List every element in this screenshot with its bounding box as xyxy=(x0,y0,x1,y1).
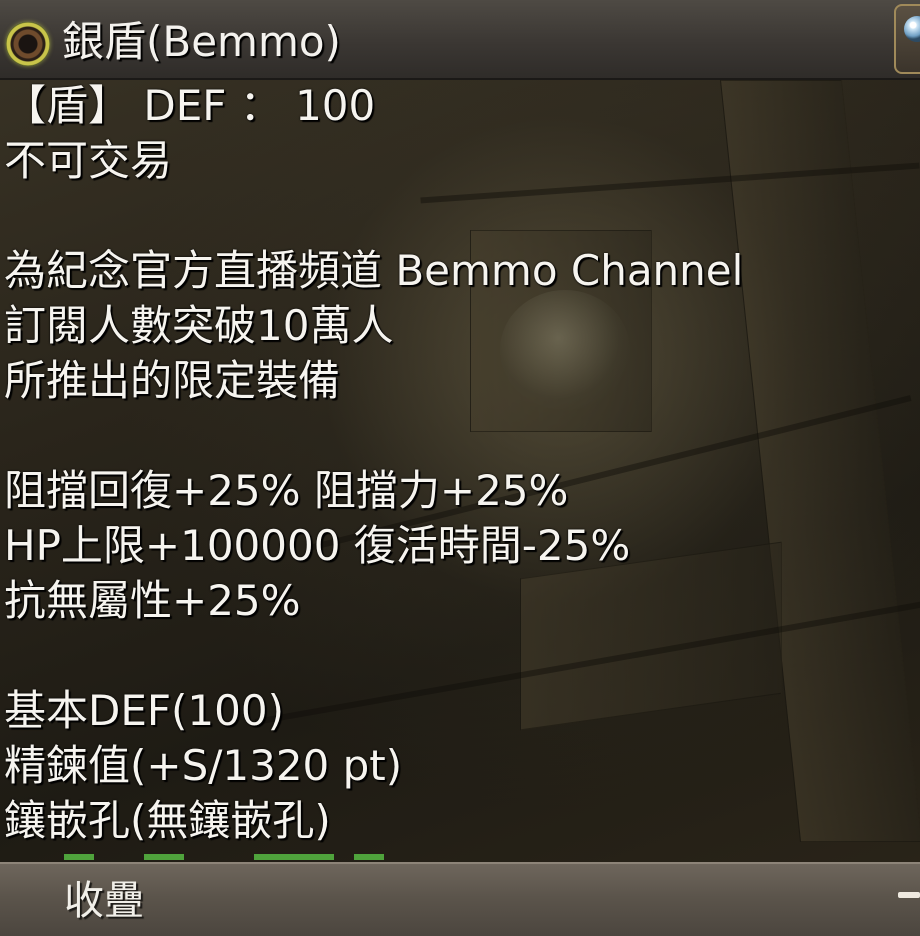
base-def-line: 基本DEF(100) xyxy=(4,686,284,735)
trade-restriction-line: 不可交易 xyxy=(4,136,173,185)
corner-orb-button[interactable] xyxy=(894,4,920,74)
collapse-label: 收疊 xyxy=(64,878,144,924)
cut-off-line-hint xyxy=(4,846,504,862)
tooltip-title-bar: 銀盾(Bemmo) xyxy=(0,0,920,80)
flavor-text-line: 訂閱人數突破10萬人 xyxy=(4,301,394,350)
hint-stroke xyxy=(254,854,334,860)
item-type-def-line: 【盾】 DEF ： 100 xyxy=(4,81,376,130)
round-shield-icon xyxy=(6,22,50,66)
game-scene: 銀盾(Bemmo) 【盾】 DEF ： 100 不可交易 為紀念官方直播頻道 B… xyxy=(0,0,920,936)
flavor-text-line: 所推出的限定裝備 xyxy=(4,356,341,405)
hint-stroke xyxy=(64,854,94,860)
hint-stroke xyxy=(144,854,184,860)
item-description: 【盾】 DEF ： 100 不可交易 為紀念官方直播頻道 Bemmo Chann… xyxy=(4,78,920,862)
collapse-bar[interactable]: 收疊 xyxy=(0,862,920,936)
socket-line: 鑲嵌孔(無鑲嵌孔) xyxy=(4,796,331,845)
stat-line: 阻擋回復+25% 阻擋力+25% xyxy=(4,466,569,515)
orb-button-icon xyxy=(904,16,920,42)
refine-value-line: 精鍊值(+S/1320 pt) xyxy=(4,741,403,790)
item-name: 銀盾(Bemmo) xyxy=(62,17,341,66)
minus-icon[interactable] xyxy=(898,892,920,898)
stat-line: HP上限+100000 復活時間-25% xyxy=(4,521,631,570)
stat-line: 抗無屬性+25% xyxy=(4,576,301,625)
flavor-text-line: 為紀念官方直播頻道 Bemmo Channel xyxy=(4,246,744,295)
hint-stroke xyxy=(354,854,384,860)
